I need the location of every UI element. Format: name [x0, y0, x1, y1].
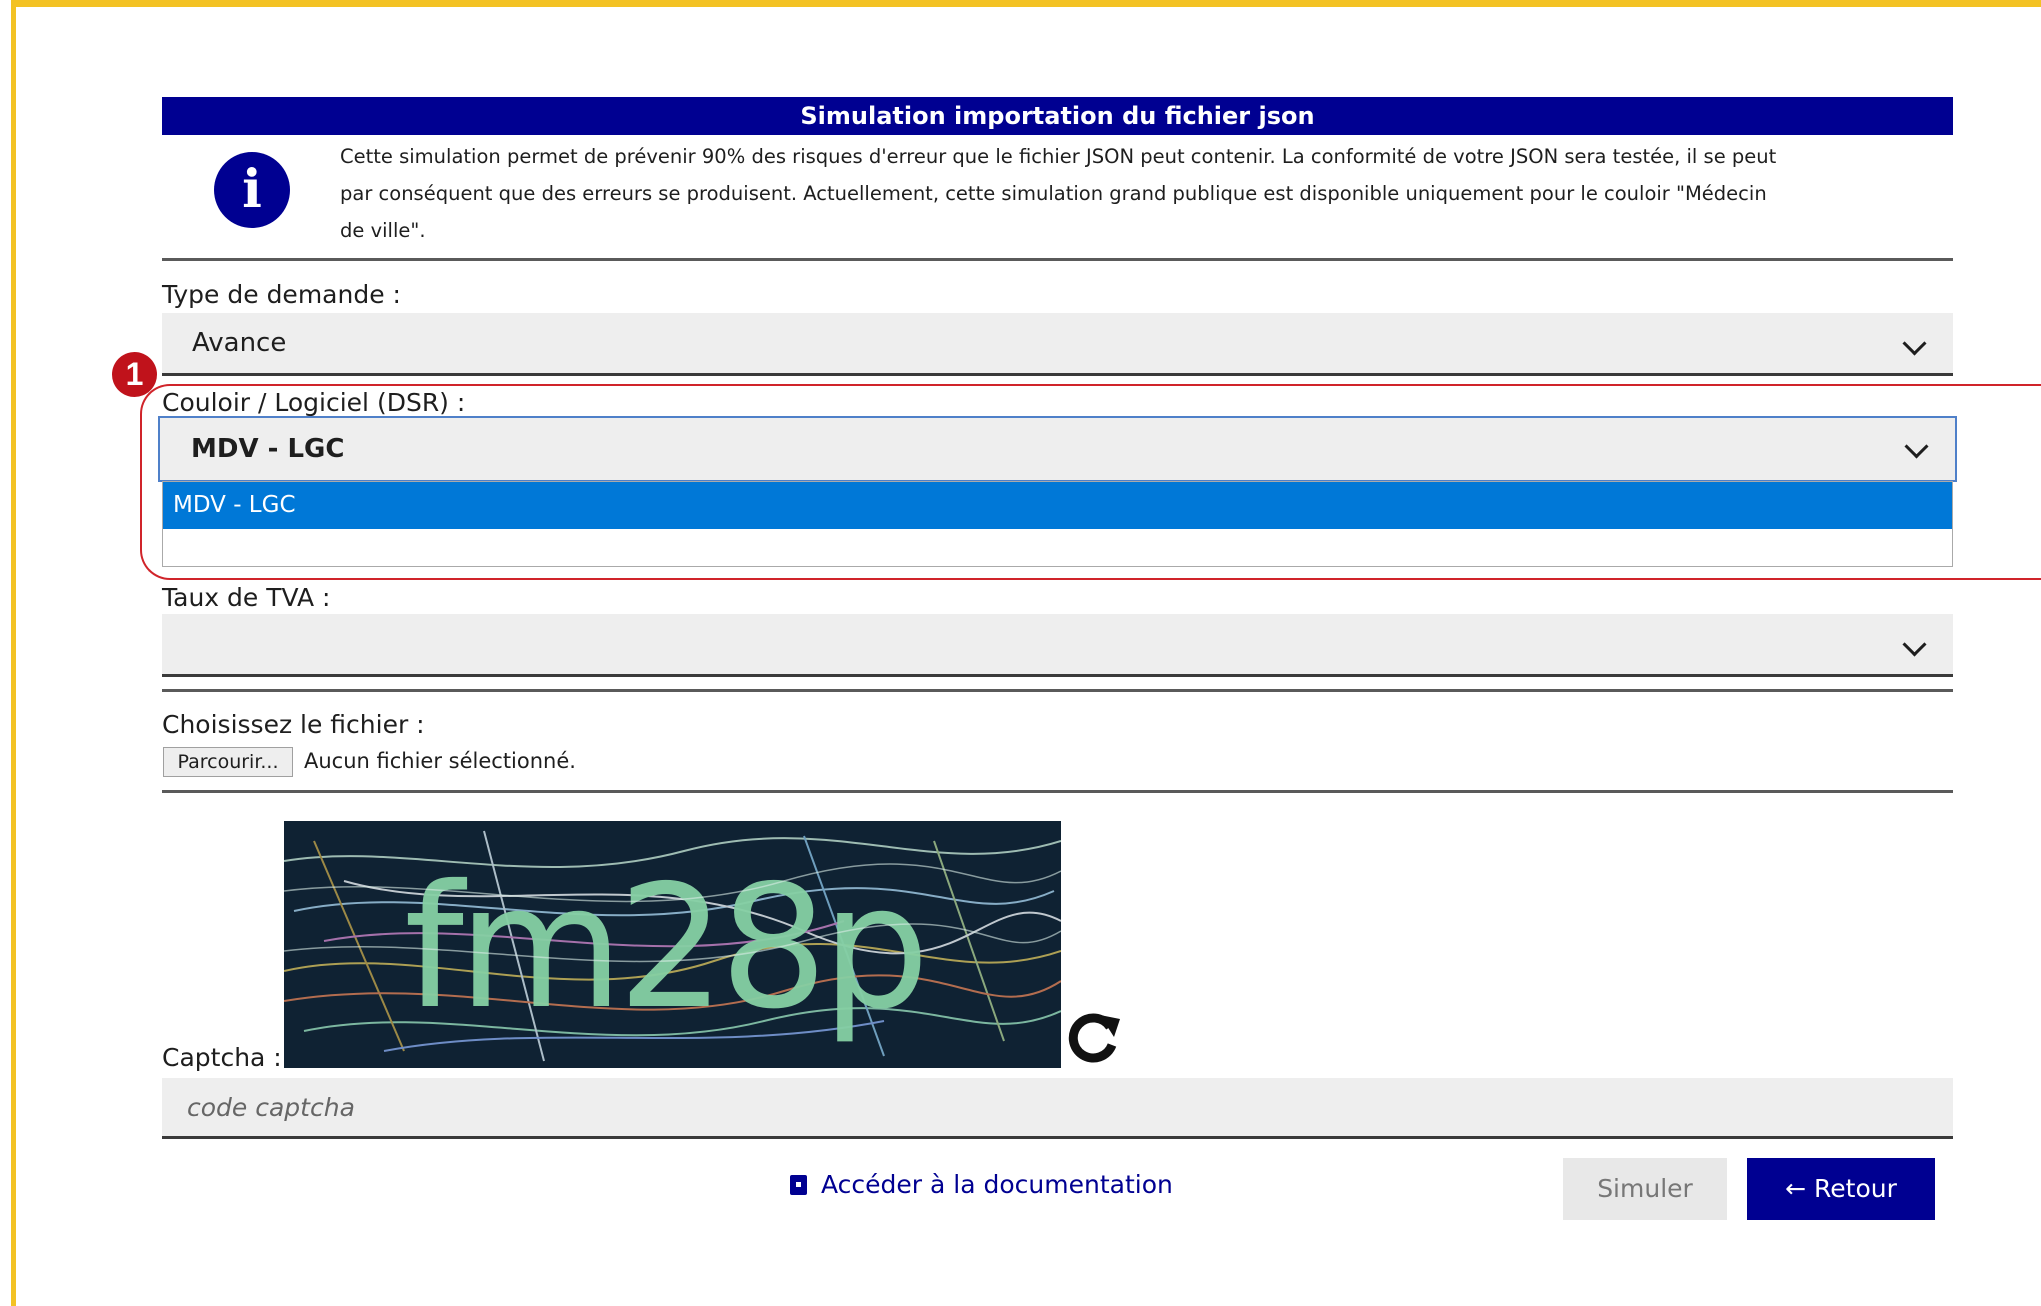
divider: [162, 790, 1953, 793]
retour-button[interactable]: ← Retour: [1747, 1158, 1935, 1220]
captcha-label: Captcha :: [162, 1043, 282, 1072]
simuler-button[interactable]: Simuler: [1563, 1158, 1727, 1220]
info-circle-icon: i: [214, 152, 290, 228]
annotation-badge: 1: [112, 352, 157, 397]
documentation-link[interactable]: Accéder à la documentation: [790, 1170, 1173, 1199]
frame-border-top: [11, 0, 2041, 7]
chevron-down-icon: [1902, 331, 1927, 356]
divider: [162, 258, 1953, 261]
page-title: Simulation importation du fichier json: [162, 97, 1953, 135]
taux-tva-label: Taux de TVA :: [162, 583, 331, 612]
browse-button[interactable]: Parcourir...: [163, 747, 293, 777]
frame-border-left: [11, 0, 16, 1306]
captcha-input[interactable]: code captcha: [162, 1078, 1953, 1139]
divider: [162, 689, 1953, 692]
fichier-label: Choisissez le fichier :: [162, 710, 425, 739]
info-text: Cette simulation permet de prévenir 90% …: [340, 145, 1777, 242]
svg-text:fm28p: fm28p: [404, 849, 924, 1047]
taux-tva-select[interactable]: [162, 614, 1953, 677]
type-demande-label: Type de demande :: [162, 280, 401, 309]
file-status: Aucun fichier sélectionné.: [304, 749, 576, 773]
captcha-image: fm28p: [284, 821, 1061, 1068]
type-demande-select[interactable]: Avance: [162, 313, 1953, 376]
document-icon: [790, 1174, 807, 1195]
documentation-link-label: Accéder à la documentation: [821, 1170, 1173, 1199]
annotation-highlight: [140, 384, 2041, 580]
refresh-icon[interactable]: [1060, 1005, 1124, 1069]
type-demande-value: Avance: [192, 328, 287, 358]
chevron-down-icon: [1902, 632, 1927, 657]
captcha-placeholder: code captcha: [187, 1093, 355, 1122]
